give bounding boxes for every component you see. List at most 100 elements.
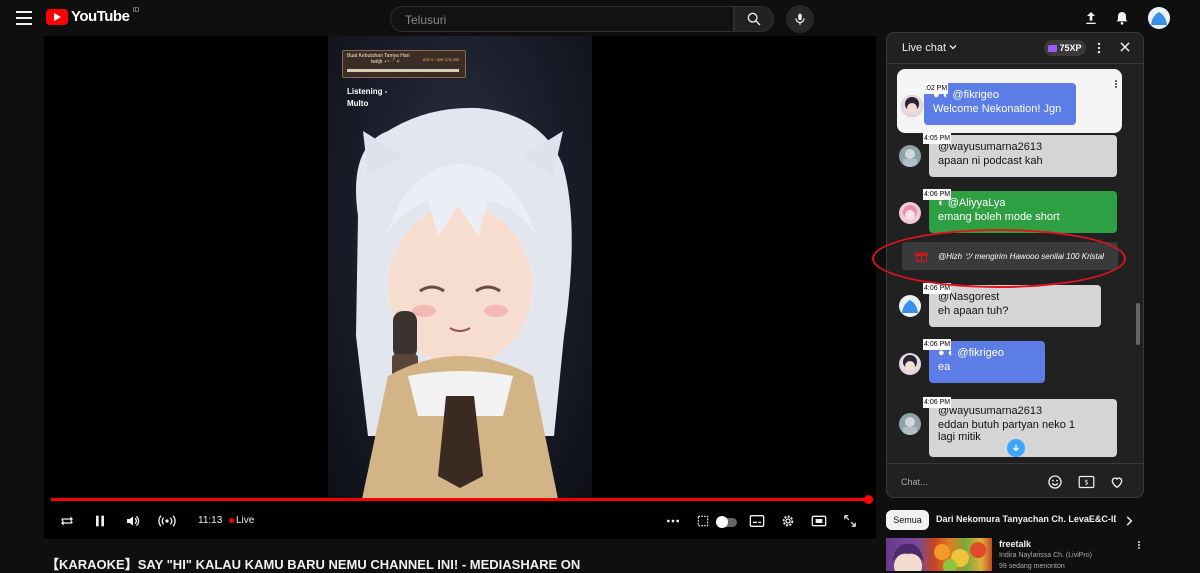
message-author: @wayusumarna2613 [938,141,1043,153]
chip-all[interactable]: Semua [886,510,929,530]
avatar [899,295,921,317]
region-code: ID [132,7,140,14]
miniplayer-button[interactable] [692,510,714,532]
message-timestamp: 4:06 PM [923,397,952,408]
video-player[interactable]: Buat Kebutuhan Tamya Hari twitjb ⋆~ ·˚ ✧… [44,36,876,539]
chat-input[interactable] [899,471,1043,493]
recommended-viewers: 99 sedang menonton [999,563,1065,570]
gift-text: @Hizh ツ mengirim Hawooo senilai 100 Kris… [938,252,1104,261]
menu-icon[interactable] [12,6,36,30]
search-box [390,6,734,33]
chat-title[interactable]: Live chat [902,42,946,54]
upload-button[interactable] [1080,7,1102,29]
gift-event[interactable]: @Hizh ツ mengirim Hawooo senilai 100 Kris… [902,242,1118,270]
message-menu-icon[interactable] [1111,77,1121,91]
chip-from-channel[interactable]: Dari Nekomura Tanyachan Ch. LevaE&C-ID [936,514,1116,524]
message-text: eh apaan tuh? [938,305,1009,317]
theater-icon [811,515,827,527]
progress-bar[interactable] [51,498,869,501]
dollar-card-icon: $ [1078,475,1094,489]
svg-text:$: $ [1084,479,1088,487]
progress-scrubber[interactable] [864,495,873,504]
avatar [901,95,923,117]
heart-icon [1111,477,1123,489]
message-timestamp: :02 PM [924,83,949,94]
search-input[interactable] [391,7,727,33]
volume-button[interactable] [122,510,144,532]
chat-message[interactable]: ◐ @AliyyaLya emang boleh mode short 4:06… [887,189,1143,237]
youtube-logo[interactable]: YouTube ID [46,7,140,25]
video-title: 【KARAOKE】SAY "HI" KALAU KAMU BARU NEMU C… [46,557,581,572]
recommended-video-thumbnail[interactable] [886,538,992,571]
masthead: YouTube ID [0,0,1200,36]
xp-badge[interactable]: 75XP [1044,40,1086,56]
user-avatar-icon [899,413,921,435]
like-button[interactable] [1107,472,1127,492]
autoplay-toggle-knob[interactable] [716,516,728,528]
arrow-down-icon [1013,444,1019,452]
anime-avatar-icon [901,95,923,117]
live-indicator-dot [229,518,234,523]
anime-avatar-icon [899,353,921,375]
chat-message[interactable]: ● ◐ @fikrigeo ea 4:06 PM [887,339,1143,387]
pause-button[interactable] [89,510,111,532]
chat-header: Live chat 75XP [887,33,1143,64]
scroll-to-bottom-button[interactable] [1007,439,1025,457]
live-chat-panel: Live chat 75XP ● ◐ @fikrigeo Welcome Nek… [886,32,1144,498]
recommended-channel-name[interactable]: Indira Naylarissa Ch. (LiviPro) [999,552,1092,559]
avatar [899,145,921,167]
chat-message[interactable]: @Nasgorest eh apaan tuh? 4:06 PM [887,281,1143,331]
bell-icon [1116,12,1128,25]
message-author: ● ◐ @fikrigeo [933,89,1000,101]
voice-search-button[interactable] [786,5,814,33]
more-horizontal-icon [667,519,679,523]
video-frame[interactable]: Buat Kebutuhan Tamya Hari twitjb ⋆~ ·˚ ✧… [328,36,592,499]
message-text: eddan butuh partyan neko 1 [938,419,1076,431]
fullscreen-icon [844,515,856,527]
chat-message[interactable]: @wayusumarna2613 apaan ni podcast kah 4:… [887,133,1143,183]
gear-icon [782,515,794,527]
theater-mode-button[interactable] [808,510,830,532]
avatar [899,202,921,224]
chevron-down-icon[interactable] [947,41,959,53]
pause-icon [96,515,104,527]
message-timestamp: 4:05 PM [923,133,952,144]
chat-input-bar: $ [887,463,1143,497]
message-bubble: ◐ @AliyyaLya emang boleh mode short [929,191,1117,233]
message-author: ● ◐ @fikrigeo [938,347,1005,359]
user-avatar-icon [899,145,921,167]
more-options-button[interactable] [662,510,684,532]
avatar [899,353,921,375]
fullscreen-button[interactable] [839,510,861,532]
chat-scrollbar[interactable] [1136,303,1140,345]
notifications-button[interactable] [1111,7,1133,29]
chat-message-hovered[interactable]: ● ◐ @fikrigeo Welcome Nekonation! Jgn :0… [897,69,1122,133]
thumbnail-art [892,542,986,571]
gift-icon [915,252,928,262]
close-icon[interactable] [1118,40,1132,54]
super-chat-button[interactable]: $ [1076,472,1096,492]
live-label[interactable]: Live [236,515,254,526]
slime-avatar-icon [1148,7,1170,29]
captions-icon [749,515,765,527]
emoji-button[interactable] [1045,472,1065,492]
loop-button[interactable] [56,510,78,532]
subtitles-button[interactable] [746,510,768,532]
settings-button[interactable] [777,510,799,532]
message-text-line2: lagi mitik [938,431,981,443]
search-icon [747,12,761,26]
account-avatar[interactable] [1148,7,1170,29]
current-time: 11:13 [198,515,223,526]
recommended-video-title[interactable]: freetalk [999,539,1031,549]
live-broadcast-button[interactable] [156,510,178,532]
message-timestamp: 4:06 PM [923,339,952,350]
message-author: @Nasgorest [938,291,1000,303]
more-vertical-icon[interactable] [1092,40,1106,56]
message-bubble: @Nasgorest eh apaan tuh? [929,285,1101,327]
anime-avatar-icon [899,202,921,224]
vtuber-character-illustration [356,107,572,499]
more-vertical-icon[interactable] [1134,538,1144,552]
search-button[interactable] [734,6,774,32]
chevron-right-icon[interactable] [1122,514,1136,528]
repeat-icon [61,516,73,526]
